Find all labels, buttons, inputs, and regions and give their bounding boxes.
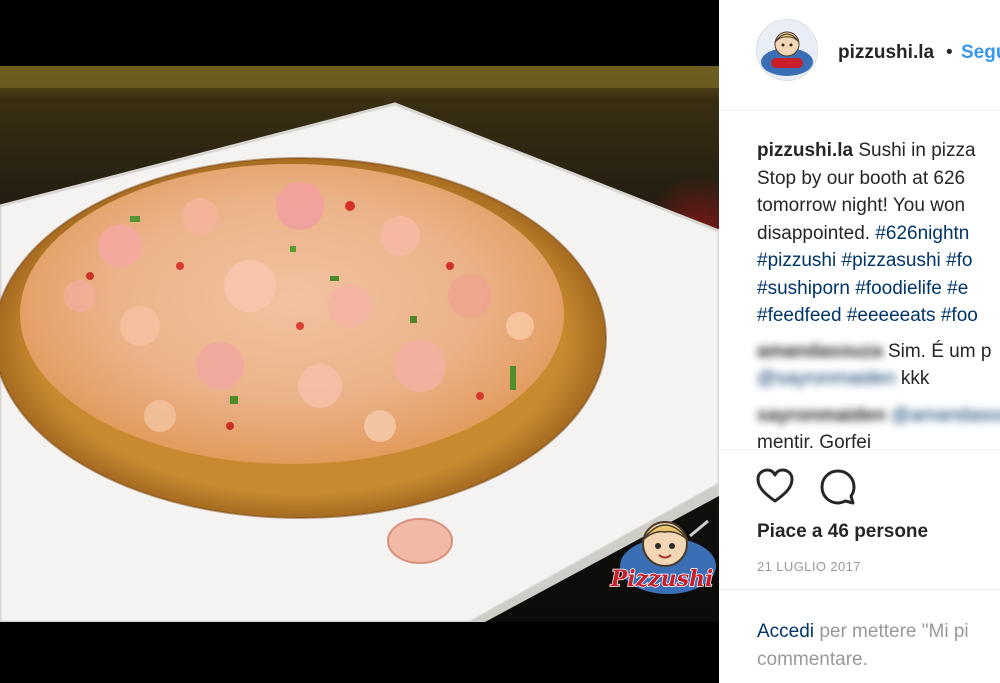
hashtag-link[interactable]: #foo [941, 305, 978, 326]
post-caption: pizzushi.la Sushi in pizza Stop by our b… [757, 137, 1000, 330]
login-link[interactable]: Accedi [757, 621, 814, 642]
caption-username[interactable]: pizzushi.la [757, 140, 853, 161]
header-separator-dot: • [946, 42, 953, 63]
caption-line-1: Sushi in pizza [858, 140, 976, 161]
login-prompt-line-1: per mettere "Mi pi [819, 621, 969, 642]
hashtag-link[interactable]: #eeeeeats [847, 305, 936, 326]
comment-item: sayronmaiden @amandasouza mentir. Gorfei [757, 402, 1000, 449]
comment-item: amandasouza Sim. É um p @sayronmaiden kk… [757, 338, 1000, 392]
heart-icon [756, 468, 794, 508]
post-actions: Piace a 46 persone 21 LUGLIO 2017 [719, 449, 1000, 589]
hashtag-link[interactable]: #sushiporn [757, 278, 850, 299]
post-photo-area: Pizzushi [0, 0, 719, 683]
hashtag-link[interactable]: #pizzushi [757, 250, 836, 271]
like-button[interactable] [756, 468, 794, 509]
comment-button[interactable] [819, 468, 857, 511]
comment-mention[interactable]: @sayronmaiden [757, 368, 896, 389]
caption-line-4: disappointed. [757, 222, 871, 244]
login-prompt-text: Accedi per mettere "Mi pi commentare. [757, 618, 1000, 674]
watermark-text: Pizzushi [610, 566, 714, 592]
comments-list[interactable]: pizzushi.la Sushi in pizza Stop by our b… [719, 111, 1000, 449]
hashtag-link[interactable]: #e [947, 278, 968, 299]
likes-count[interactable]: Piace a 46 persone [757, 521, 928, 543]
hashtag-link[interactable]: #foodielife [855, 278, 942, 299]
login-prompt: Accedi per mettere "Mi pi commentare. [719, 589, 1000, 683]
post-header: pizzushi.la • Segui [719, 0, 1000, 111]
caption-line-2: Stop by our booth at 626 [757, 167, 966, 189]
login-prompt-line-2: commentare. [757, 649, 868, 670]
hashtag-link[interactable]: #feedfeed [757, 305, 842, 326]
post-date[interactable]: 21 LUGLIO 2017 [757, 559, 861, 574]
hashtag-link[interactable]: #626nightn [875, 223, 969, 244]
comment-username[interactable]: sayronmaiden [757, 405, 886, 426]
comment-text: kkk [900, 368, 930, 389]
follow-button[interactable]: Segui [961, 42, 1000, 64]
hashtag-link[interactable]: #pizzasushi [842, 250, 941, 271]
avatar[interactable] [756, 19, 818, 81]
comment-username[interactable]: amandasouza [757, 341, 883, 362]
post-photo[interactable]: Pizzushi [0, 66, 719, 622]
comment-mention[interactable]: @amandasouza [891, 405, 1000, 426]
comment-text: mentir. Gorfei [757, 432, 872, 449]
comment-icon [819, 469, 857, 510]
comment-text: Sim. É um p [887, 341, 992, 362]
hashtag-link[interactable]: #fo [946, 250, 972, 271]
post-side-panel: pizzushi.la • Segui pizzushi.la Sushi in… [719, 0, 1000, 683]
caption-line-3: tomorrow night! You won [757, 195, 966, 216]
header-username[interactable]: pizzushi.la [838, 42, 934, 64]
